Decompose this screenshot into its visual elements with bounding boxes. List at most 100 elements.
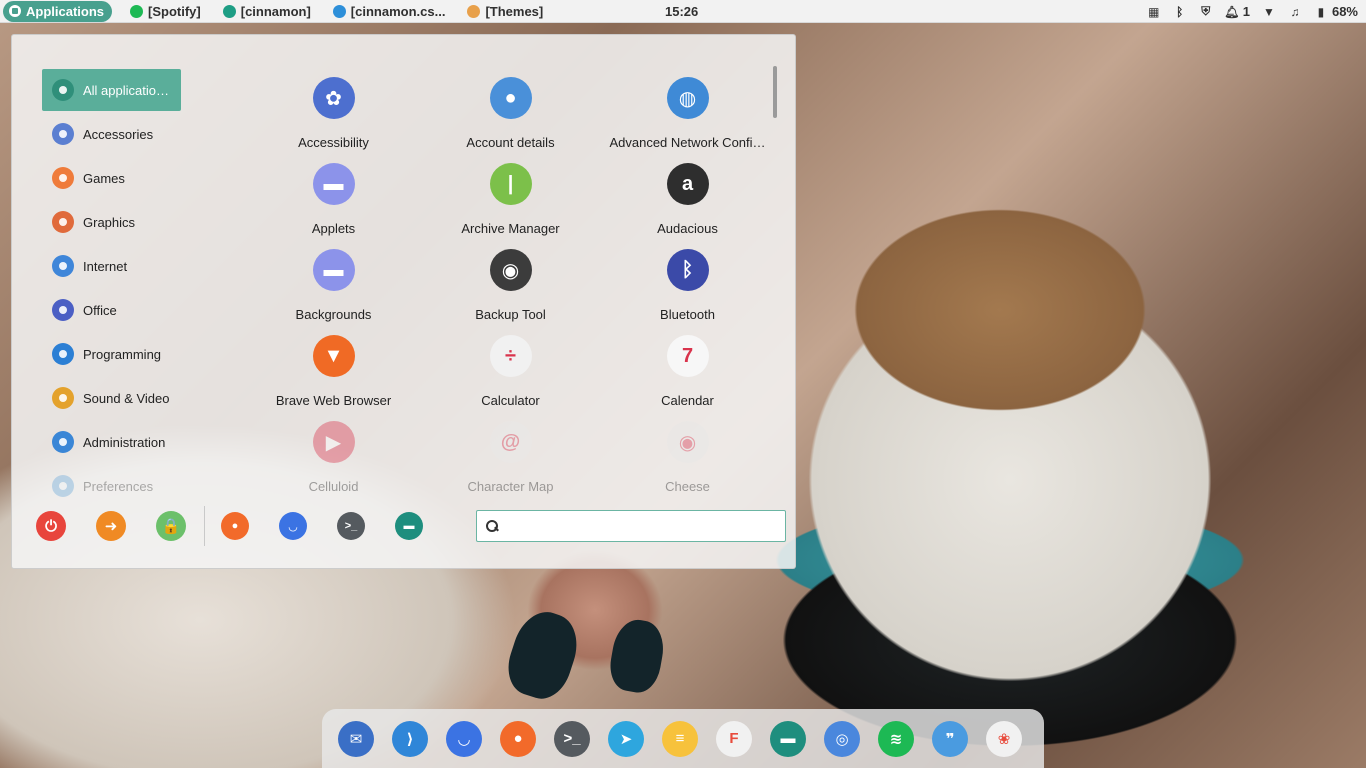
app-label: Brave Web Browser: [275, 393, 392, 408]
dock-firefox[interactable]: ●: [500, 720, 536, 757]
fav-terminal[interactable]: >_: [337, 512, 365, 540]
applications-menu-button[interactable]: Applications: [3, 0, 113, 22]
power-icon: ⏻: [45, 517, 57, 535]
scrollbar[interactable]: [773, 66, 777, 118]
dock-flathub[interactable]: F: [716, 720, 752, 757]
charmap-icon: @: [489, 421, 532, 463]
category-administration[interactable]: Administration: [42, 421, 202, 463]
backup-icon: ◉: [489, 249, 532, 291]
category-preferences[interactable]: Preferences: [42, 465, 202, 507]
app-label: Audacious: [657, 221, 718, 236]
taskbar-window[interactable]: [Spotify]: [130, 4, 201, 19]
app-launcher[interactable]: ▬ Applets: [245, 163, 422, 236]
dock-telegram[interactable]: ➤: [608, 720, 644, 757]
notifications-applet[interactable]: 🔔︎ 1: [1224, 4, 1250, 19]
brave-icon: ▼: [312, 335, 355, 377]
app-launcher[interactable]: ✿ Accessibility: [245, 77, 422, 150]
taskbar-window-label: [cinnamon.cs...: [350, 3, 446, 19]
applets-icon: ▬: [312, 163, 355, 205]
category-office[interactable]: Office: [42, 289, 202, 331]
session-and-favorites-bar: ⏻ ➜ 🔒 ● ◡ >_ ▬: [36, 506, 453, 546]
category-label: Administration: [83, 434, 166, 450]
app-label: Advanced Network Confi…: [609, 135, 766, 150]
archive-icon: |: [489, 163, 532, 205]
battery-applet[interactable]: ▮ 68%: [1314, 4, 1358, 19]
fav-files[interactable]: ▬: [395, 512, 423, 540]
wifi-icon[interactable]: ▼: [1262, 5, 1276, 19]
app-launcher[interactable]: ◍ Advanced Network Confi…: [599, 77, 776, 150]
workspace-grid-icon[interactable]: ▦: [1147, 5, 1161, 19]
dock-software[interactable]: ◡: [446, 720, 482, 757]
app-launcher[interactable]: | Archive Manager: [422, 163, 599, 236]
app-launcher[interactable]: a Audacious: [599, 163, 776, 236]
dock-spotify[interactable]: ≋: [878, 720, 914, 757]
dock-chromium[interactable]: ◎: [824, 720, 860, 757]
dock: ✉ ⟩ ◡ ● >_ ➤ ≡ F ▬ ◎ ≋ ❞ ❀: [322, 709, 1044, 768]
app-launcher[interactable]: ᛒ Bluetooth: [599, 249, 776, 322]
system-tray: ▦ ᛒ ⛨ 🔔︎ 1 ▼ ♫ ▮ 68%: [1147, 0, 1358, 23]
dock-files[interactable]: ▬: [770, 720, 806, 757]
category-sound-video[interactable]: Sound & Video: [42, 377, 202, 419]
category-programming[interactable]: Programming: [42, 333, 202, 375]
category-label: Preferences: [83, 478, 154, 494]
dock-quotes[interactable]: ❞: [932, 720, 968, 757]
app-launcher[interactable]: ◉ Cheese: [599, 421, 776, 494]
dock-notes[interactable]: ≡: [662, 720, 698, 757]
app-launcher[interactable]: ÷ Calculator: [422, 335, 599, 408]
taskbar-window-label: [Themes]: [485, 3, 544, 19]
category-games[interactable]: Games: [42, 157, 202, 199]
dock-photos[interactable]: ❀: [986, 720, 1022, 757]
audacious-icon: a: [666, 163, 709, 205]
app-launcher[interactable]: 7 Calendar: [599, 335, 776, 408]
office-icon: [52, 299, 74, 321]
taskbar-window[interactable]: [cinnamon]: [222, 4, 311, 19]
clock[interactable]: 15:26: [665, 4, 698, 19]
music-note-icon[interactable]: ♫: [1288, 5, 1302, 19]
app-label: Calendar: [661, 393, 714, 408]
app-label: Applets: [311, 221, 356, 236]
category-label: Sound & Video: [83, 390, 170, 406]
sound-video-icon: [52, 387, 74, 409]
category-internet[interactable]: Internet: [42, 245, 202, 287]
logout-button[interactable]: ➜: [96, 511, 126, 541]
software-manager-icon: ◡: [288, 520, 298, 533]
vscode-icon: [332, 4, 346, 18]
dock-terminal[interactable]: >_: [554, 720, 590, 757]
bluetooth-icon[interactable]: ᛒ: [1173, 5, 1187, 19]
app-launcher[interactable]: ▶ Celluloid: [245, 421, 422, 494]
category-accessories[interactable]: Accessories: [42, 113, 202, 155]
shield-icon[interactable]: ⛨: [1199, 4, 1213, 19]
app-launcher[interactable]: ▬ Backgrounds: [245, 249, 422, 322]
app-label: Calculator: [481, 393, 540, 408]
taskbar-window[interactable]: [cinnamon.cs...: [332, 3, 446, 19]
dock-vscode[interactable]: ⟩: [392, 720, 428, 757]
celluloid-icon: ▶: [312, 421, 355, 463]
app-launcher[interactable]: ▼ Brave Web Browser: [245, 335, 422, 408]
fav-firefox[interactable]: ●: [221, 512, 249, 540]
flathub-icon: F: [729, 730, 739, 747]
fav-software[interactable]: ◡: [279, 512, 307, 540]
app-launcher[interactable]: @ Character Map: [422, 421, 599, 494]
category-list: All applicatio… Accessories Games Graphics I…: [42, 69, 202, 509]
cheese-icon: ◉: [666, 421, 709, 463]
lock-button[interactable]: 🔒: [156, 511, 186, 541]
terminal-icon: >_: [563, 730, 581, 747]
shutdown-button[interactable]: ⏻: [36, 511, 66, 541]
category-all-applicatio[interactable]: All applicatio…: [42, 69, 181, 111]
category-graphics[interactable]: Graphics: [42, 201, 202, 243]
app-launcher[interactable]: ● Account details: [422, 77, 599, 150]
thunderbird-icon: ✉: [349, 730, 363, 748]
terminal-icon: >_: [344, 520, 358, 532]
taskbar-window[interactable]: [Themes]: [467, 4, 543, 19]
app-launcher[interactable]: ◉ Backup Tool: [422, 249, 599, 322]
search-box[interactable]: [476, 510, 786, 542]
app-label: Backgrounds: [295, 307, 372, 322]
accessories-icon: [52, 123, 74, 145]
dock-thunderbird[interactable]: ✉: [338, 720, 374, 757]
search-icon: [486, 520, 498, 532]
bluetooth-icon: ᛒ: [666, 249, 709, 291]
firefox-icon: ●: [231, 520, 239, 532]
search-input[interactable]: [506, 518, 776, 534]
app-label: Celluloid: [308, 479, 359, 494]
app-label: Account details: [466, 135, 555, 150]
